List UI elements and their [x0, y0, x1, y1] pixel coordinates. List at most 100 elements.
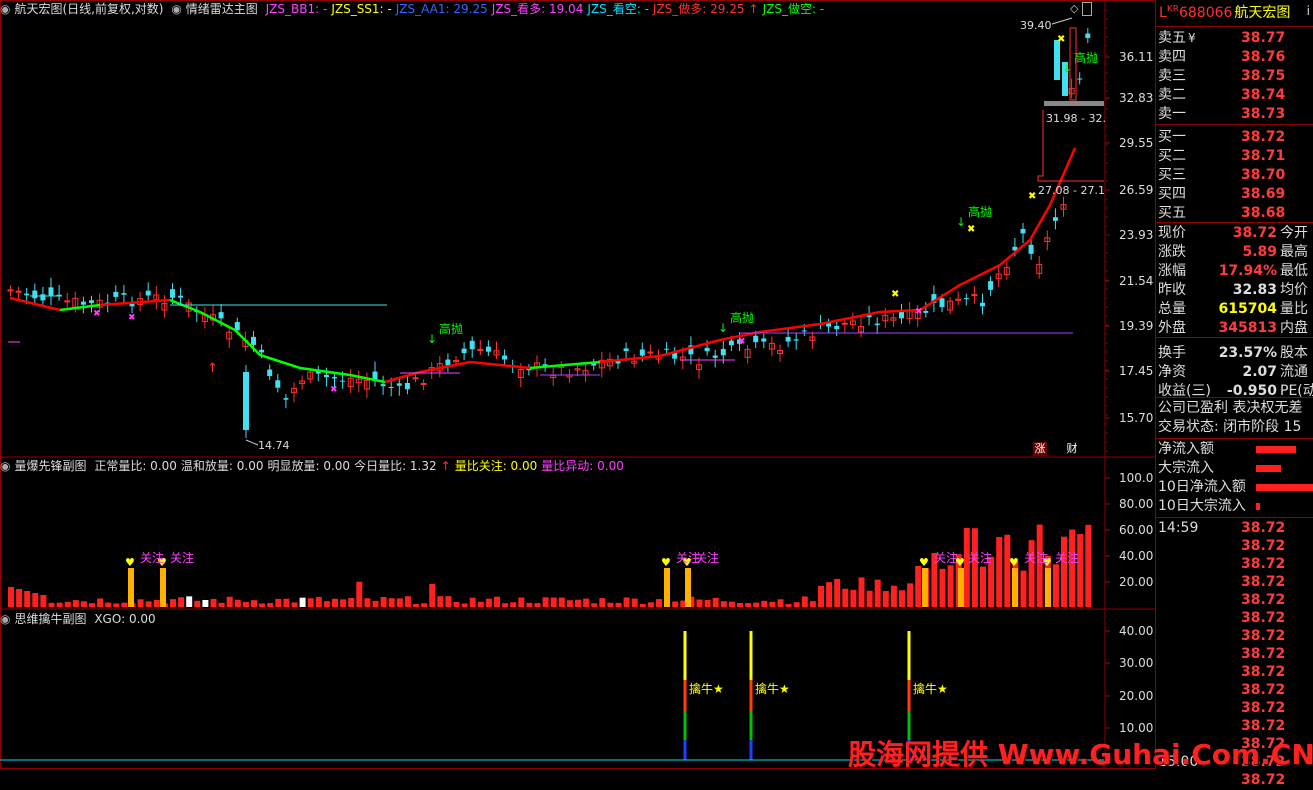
- candle-body: [801, 330, 807, 332]
- company-info-line: 公司已盈利 表决权无差: [1156, 399, 1313, 418]
- tick-row: 38.72: [1156, 537, 1313, 556]
- chart-canvas[interactable]: 39.4014.7431.98 - 32.27.08 - 27.1高抛↓高抛↓高…: [0, 0, 1156, 769]
- candle-body: [647, 351, 654, 354]
- volume-bar: [591, 603, 598, 607]
- chart-frame: [0, 0, 1156, 769]
- stat-row: 涨幅 17.94% 最低: [1156, 262, 1313, 281]
- order-book-row[interactable]: 卖一 38.73: [1156, 105, 1313, 124]
- volume-bar: [307, 598, 314, 607]
- order-price: 38.74: [1241, 87, 1286, 103]
- order-book-row[interactable]: 卖四 38.76: [1156, 48, 1313, 67]
- candle-body: [64, 300, 71, 303]
- sub2-axis-label: 40.00: [1119, 624, 1153, 638]
- order-book-row[interactable]: 卖二 38.74: [1156, 86, 1313, 105]
- flow-label: 大宗流入: [1158, 460, 1214, 476]
- panel-separator: [1156, 26, 1313, 27]
- main-panel-header: ◉ 航天宏图(日线,前复权,对数) ◉ 情绪雷达主图 JZS_BB1: - JZS_S…: [0, 0, 832, 18]
- volume-bar: [971, 528, 978, 607]
- moving-average-line: [9, 147, 1077, 384]
- sub2-value: XGO: 0.00: [94, 612, 156, 626]
- tick-row: 38.72: [1156, 627, 1313, 646]
- volume-bar: [429, 583, 436, 607]
- volume-bar: [1085, 524, 1092, 607]
- order-price: 38.70: [1241, 167, 1286, 183]
- sub2-title[interactable]: 思维擒牛副图: [14, 612, 86, 626]
- order-book-row[interactable]: 买五 38.68: [1156, 204, 1313, 223]
- volume-bar: [850, 589, 857, 607]
- diamond-icon[interactable]: ◇: [1070, 2, 1078, 15]
- candle-body: [15, 290, 22, 293]
- volume-bar: [210, 598, 217, 607]
- candle-body: [40, 294, 46, 301]
- x-marker: ✖: [330, 385, 338, 395]
- tick-price: 38.72: [1241, 646, 1286, 662]
- volume-bar: [753, 602, 760, 607]
- sub1-title[interactable]: 量爆先锋副图: [14, 459, 86, 473]
- flow-label: 10日大宗流入: [1158, 498, 1246, 514]
- indicator-name[interactable]: 情绪雷达主图: [186, 2, 258, 16]
- tick-price: 38.72: [1241, 610, 1286, 626]
- volume-bar: [469, 597, 476, 607]
- star-marker: ✖: [1028, 191, 1036, 202]
- finance-badge[interactable]: 财: [1064, 442, 1080, 456]
- panel-separator: [1156, 517, 1313, 518]
- header-item: 量比异动: 0.00: [541, 459, 624, 473]
- stat-row: 昨收 32.83 均价: [1156, 281, 1313, 300]
- watermark: 股海网提供 Www.Guhai.Com.CN: [848, 738, 1313, 771]
- volume-bar: [380, 597, 387, 607]
- scrollbar-handle[interactable]: [1081, 2, 1092, 16]
- collapse-icon[interactable]: ◉: [0, 2, 10, 16]
- info-icon[interactable]: i: [1307, 4, 1310, 18]
- main-axis-label: 23.93: [1119, 228, 1153, 242]
- stat-value: 38.72: [1232, 225, 1277, 241]
- catch-bull-label: 擒牛★: [913, 681, 948, 696]
- candle-body: [469, 340, 475, 350]
- collapse-icon[interactable]: ◉: [0, 459, 10, 473]
- candle-body: [704, 347, 710, 352]
- volume-bar: [777, 599, 784, 607]
- volume-bar: [793, 602, 800, 607]
- header-item: JZS_看空: -: [587, 2, 649, 16]
- stat-label: 涨跌: [1158, 244, 1186, 260]
- volume-bar: [1052, 564, 1059, 607]
- x-marker: ✖: [915, 307, 923, 317]
- tick-price: 38.72: [1241, 538, 1286, 554]
- flow-bar: [1256, 503, 1260, 510]
- zhang-badge[interactable]: 涨: [1033, 442, 1047, 456]
- order-label: 卖一: [1158, 106, 1186, 122]
- order-book-row[interactable]: 买三 38.70: [1156, 166, 1313, 185]
- panel-controls: ◇: [1070, 2, 1102, 16]
- volume-bar: [874, 579, 881, 607]
- collapse-icon[interactable]: ◉: [0, 612, 10, 626]
- volume-bar: [186, 596, 193, 607]
- volume-bar: [696, 599, 703, 607]
- stat-right-label: 最高: [1280, 244, 1308, 260]
- attention-label: 关注: [140, 550, 164, 565]
- panel-separator: [1156, 124, 1313, 125]
- sub1-axis-label: 100.0: [1119, 471, 1153, 485]
- volume-bar: [404, 596, 411, 607]
- tick-row: 38.72: [1156, 681, 1313, 700]
- ma-segment: [169, 298, 386, 384]
- tick-row: 38.72: [1156, 645, 1313, 664]
- x-marker: ✖: [738, 337, 746, 347]
- candle-body: [988, 281, 994, 290]
- candle-body: [1085, 33, 1091, 39]
- ticker-header: LKR688066 航天宏图 i: [1156, 2, 1313, 24]
- collapse-icon[interactable]: ◉: [171, 2, 181, 16]
- order-price: 38.68: [1241, 205, 1286, 221]
- order-book-row[interactable]: 买二 38.71: [1156, 147, 1313, 166]
- order-book-row[interactable]: 买四 38.69: [1156, 185, 1313, 204]
- flow-label: 10日净流入额: [1158, 479, 1246, 495]
- order-book-row[interactable]: 买一 38.72: [1156, 128, 1313, 147]
- candle-body: [24, 293, 30, 296]
- main-axis-label: 19.39: [1119, 319, 1153, 333]
- candle-body: [1028, 244, 1034, 254]
- up-arrow-icon: ↑: [207, 361, 218, 376]
- order-book-row[interactable]: 卖三 38.75: [1156, 67, 1313, 86]
- stat-right-label: 流通: [1280, 364, 1308, 380]
- volume-bar: [607, 602, 614, 607]
- order-book-row[interactable]: 卖五 ¥38.77: [1156, 29, 1313, 48]
- volume-bar: [947, 565, 954, 607]
- header-item: 正常量比: 0.00: [94, 459, 177, 473]
